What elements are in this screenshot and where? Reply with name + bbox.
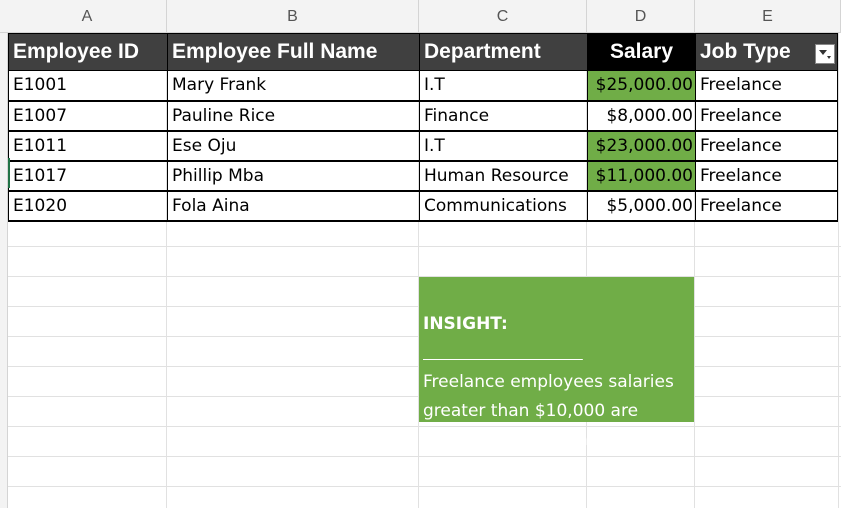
- insight-title-text: INSIGHT:: [423, 314, 508, 334]
- cell-department[interactable]: Human Resource: [419, 160, 588, 192]
- gridline: [8, 246, 841, 247]
- column-header-e[interactable]: E: [695, 0, 841, 32]
- header-department[interactable]: Department: [419, 33, 588, 71]
- gridline: [8, 486, 841, 487]
- filter-dropdown-icon[interactable]: [815, 44, 835, 64]
- cell-job-type[interactable]: Freelance: [695, 130, 838, 162]
- cell-employee-name[interactable]: Fola Aina: [167, 190, 420, 222]
- header-row: Employee ID Employee Full Name Departmen…: [8, 33, 838, 71]
- cell-employee-name[interactable]: Pauline Rice: [167, 100, 420, 132]
- header-job-type-label: Job Type: [700, 40, 791, 63]
- gridline: [838, 33, 839, 508]
- column-header-a[interactable]: A: [8, 0, 167, 32]
- column-header-b[interactable]: B: [167, 0, 419, 32]
- table-row: E1007 Pauline Rice Finance $8,000.00 Freelan…: [8, 100, 838, 132]
- cell-employee-id[interactable]: E1011: [8, 130, 168, 162]
- cell-employee-id[interactable]: E1020: [8, 190, 168, 222]
- cell-job-type[interactable]: Freelance: [695, 190, 838, 222]
- employee-table: Employee ID Employee Full Name Departmen…: [8, 33, 838, 222]
- cell-employee-id[interactable]: E1017: [8, 160, 168, 192]
- column-header-bar: A B C D E: [0, 0, 841, 33]
- header-employee-id[interactable]: Employee ID: [8, 33, 168, 71]
- row-header-gutter[interactable]: [0, 33, 8, 508]
- cell-salary[interactable]: $25,000.00: [587, 70, 696, 102]
- cell-department[interactable]: I.T: [419, 70, 588, 102]
- gridline: [8, 456, 841, 457]
- cell-department[interactable]: Communications: [419, 190, 588, 222]
- table-row: E1011 Ese Oju I.T $23,000.00 Freelance: [8, 130, 838, 162]
- cell-employee-id[interactable]: E1007: [8, 100, 168, 132]
- header-salary[interactable]: Salary: [587, 33, 696, 71]
- row-selection-indicator: [8, 158, 10, 188]
- cell-employee-id[interactable]: E1001: [8, 70, 168, 102]
- column-header-d[interactable]: D: [587, 0, 695, 32]
- insight-box[interactable]: INSIGHT: Freelance employees salaries gr…: [419, 277, 694, 450]
- cell-salary[interactable]: $23,000.00: [587, 130, 696, 162]
- table-body: E1001 Mary Frank I.T $25,000.00 Freelance E10…: [8, 70, 838, 222]
- header-job-type[interactable]: Job Type: [695, 33, 838, 71]
- cell-employee-name[interactable]: Phillip Mba: [167, 160, 420, 192]
- table-row: E1017 Phillip Mba Human Resource $11,000.00…: [8, 160, 838, 192]
- cell-employee-name[interactable]: Mary Frank: [167, 70, 420, 102]
- cell-department[interactable]: I.T: [419, 130, 588, 162]
- cell-job-type[interactable]: Freelance: [695, 100, 838, 132]
- cell-job-type[interactable]: Freelance: [695, 70, 838, 102]
- table-row: E1001 Mary Frank I.T $25,000.00 Freelance: [8, 70, 838, 102]
- cell-job-type[interactable]: Freelance: [695, 160, 838, 192]
- cell-employee-name[interactable]: Ese Oju: [167, 130, 420, 162]
- table-row: E1020 Fola Aina Communications $5,000.00 Fre…: [8, 190, 838, 222]
- cell-department[interactable]: Finance: [419, 100, 588, 132]
- column-header-c[interactable]: C: [419, 0, 587, 32]
- header-employee-full-name[interactable]: Employee Full Name: [167, 33, 420, 71]
- insight-title: INSIGHT:: [423, 310, 653, 368]
- cell-salary[interactable]: $5,000.00: [587, 190, 696, 222]
- cell-salary[interactable]: $8,000.00: [587, 100, 696, 132]
- insight-text: Freelance employees salaries greater tha…: [423, 372, 674, 450]
- cell-salary[interactable]: $11,000.00: [587, 160, 696, 192]
